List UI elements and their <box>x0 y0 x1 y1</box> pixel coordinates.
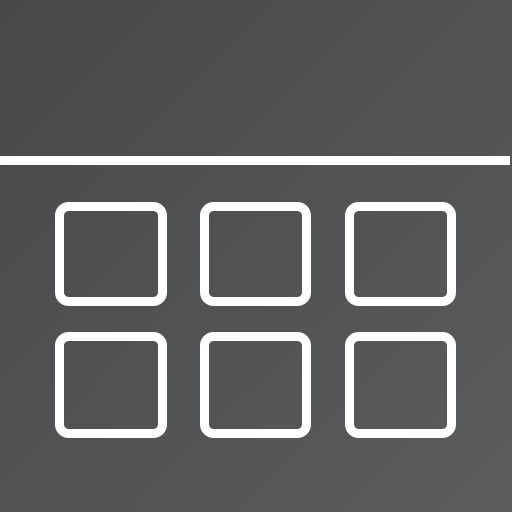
header-divider-line <box>0 156 510 165</box>
grid-cell-r2-c1 <box>55 332 167 438</box>
grid-cell-r1-c1 <box>55 202 167 306</box>
calendar-grid-icon <box>0 156 510 438</box>
grid-cell-r1-c3 <box>345 202 456 306</box>
grid-cell-r1-c2 <box>200 202 311 306</box>
grid-cell-r2-c2 <box>200 332 311 438</box>
grid-cell-r2-c3 <box>345 332 456 438</box>
calendar-app-icon[interactable] <box>0 0 512 512</box>
